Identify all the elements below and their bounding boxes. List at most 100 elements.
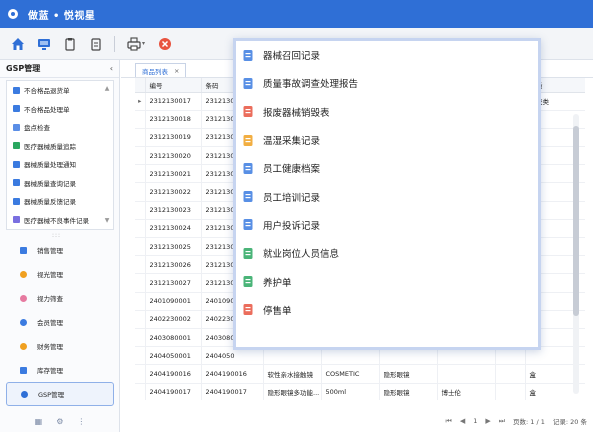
- chevron-down-icon[interactable]: ▾: [142, 40, 145, 47]
- module-vision-screening[interactable]: 视力筛查: [6, 286, 114, 310]
- column-header[interactable]: 编号: [145, 78, 202, 93]
- scroll-up-icon[interactable]: ▲: [103, 85, 111, 93]
- settings-icon[interactable]: ⚙: [56, 417, 63, 426]
- table-cell: 2312130019: [145, 128, 202, 148]
- more-icon[interactable]: ⋮: [77, 417, 85, 426]
- table-cell: 2404190017: [201, 383, 264, 400]
- track-icon: [13, 142, 20, 150]
- table-cell: 2404190017: [145, 383, 202, 400]
- table-cell: COSMETIC: [321, 364, 380, 384]
- module-sales[interactable]: 销售管理: [6, 238, 114, 262]
- report-icon: [242, 77, 255, 90]
- sidebar-item[interactable]: 盘点检查: [7, 118, 113, 137]
- app-logo-icon: [8, 9, 18, 19]
- table-cell: 软性亲水接触镜: [263, 364, 322, 384]
- scroll-down-icon[interactable]: ▼: [103, 217, 111, 225]
- app-title: 做蓝 • 悦视星: [28, 10, 96, 22]
- table-cell: [437, 364, 496, 384]
- document-icon[interactable]: [86, 34, 106, 54]
- sidebar-item[interactable]: 医疗器械不良事件记录: [7, 211, 113, 230]
- table-cell: 2312130021: [145, 164, 202, 184]
- recall-icon: [242, 49, 255, 62]
- table-cell: 2312130026: [145, 255, 202, 275]
- module-inventory[interactable]: 库存管理: [6, 358, 114, 382]
- training-icon: [242, 190, 255, 203]
- sidebar-item[interactable]: 不合格品处理单: [7, 100, 113, 119]
- popup-item[interactable]: 器械召回记录: [236, 41, 538, 69]
- popup-item[interactable]: 用户投诉记录: [236, 211, 538, 239]
- popup-item[interactable]: 质量事故调查处理报告: [236, 69, 538, 97]
- popup-item[interactable]: 停售单: [236, 296, 538, 324]
- table-cell: 2403080001: [145, 328, 202, 348]
- pagination-bar: ⏮ ◀ 1 ▶ ⏭ 页数: 1 / 1 记录: 20 条: [446, 414, 588, 428]
- module-gsp[interactable]: GSP管理: [6, 382, 114, 406]
- table-cell: 500ml: [321, 383, 380, 400]
- sidebar-header: GSP管理 ‹: [0, 60, 119, 78]
- module-finance[interactable]: 财务管理: [6, 334, 114, 358]
- table-cell: 博士伦: [437, 383, 496, 400]
- table-cell: 2402230002: [145, 310, 202, 329]
- sidebar-bottom-bar: ▦ ⚙ ⋮: [0, 417, 120, 426]
- last-page-button[interactable]: ⏭: [499, 417, 505, 426]
- first-page-button[interactable]: ⏮: [446, 417, 452, 426]
- next-page-button[interactable]: ▶: [485, 417, 490, 425]
- monitor-icon[interactable]: [34, 34, 54, 54]
- toolbar-separator: [114, 35, 115, 52]
- module-optometry[interactable]: 视光管理: [6, 262, 114, 286]
- finance-icon: [20, 342, 27, 350]
- sidebar-item[interactable]: 医疗器械质量追踪: [7, 137, 113, 156]
- current-row-indicator-icon: ▸: [135, 92, 146, 111]
- popup-item[interactable]: 员工健康档案: [236, 154, 538, 182]
- prev-page-button[interactable]: ◀: [460, 417, 465, 425]
- table-cell: 2312130022: [145, 182, 202, 202]
- sidebar-item[interactable]: 器械质量反馈记录: [7, 192, 113, 211]
- popup-item[interactable]: 养护单: [236, 267, 538, 295]
- chevron-left-icon[interactable]: ‹: [110, 64, 113, 73]
- gsp-popup-menu: 器械召回记录 质量事故调查处理报告 报废器械销毁表 温湿采集记录 员工健康档案 员工培训记…: [233, 38, 541, 350]
- chart-icon: [20, 246, 27, 254]
- module-members[interactable]: 会员管理: [6, 310, 114, 334]
- table-cell: 隐形眼镜: [379, 383, 438, 400]
- table-cell: 2312130020: [145, 146, 202, 166]
- event-icon: [13, 216, 20, 224]
- inventory-icon: [20, 366, 27, 374]
- sidebar-list-scrollbar[interactable]: ▲ ▼: [103, 85, 111, 225]
- sidebar-function-list: 不合格品退货单 不合格品处理单 盘点检查 医疗器械质量追踪 器械质量处理通知 器…: [6, 80, 114, 230]
- scrollbar-thumb[interactable]: [573, 126, 579, 316]
- close-circle-icon[interactable]: [155, 34, 175, 54]
- popup-item[interactable]: 员工培训记录: [236, 182, 538, 210]
- module-list: 销售管理 视光管理 视力筛查 会员管理 财务管理 库存管理 GSP管理: [6, 238, 114, 406]
- close-icon[interactable]: ×: [174, 67, 179, 75]
- printer-icon[interactable]: ▾: [123, 34, 149, 54]
- check-icon: [13, 123, 20, 131]
- sidebar-item[interactable]: 器械质量处理通知: [7, 155, 113, 174]
- popup-item[interactable]: 温湿采集记录: [236, 126, 538, 154]
- table-cell: 2312130025: [145, 237, 202, 257]
- destroy-icon: [242, 105, 255, 118]
- feedback-icon: [13, 197, 20, 205]
- tab-product-list[interactable]: 商品列表 ×: [135, 63, 187, 77]
- current-page[interactable]: 1: [473, 417, 477, 425]
- table-cell: [495, 383, 526, 400]
- notice-icon: [13, 160, 20, 168]
- maintenance-icon: [242, 275, 255, 288]
- calendar-icon[interactable]: ▦: [35, 417, 43, 426]
- table-scrollbar[interactable]: [573, 114, 579, 394]
- table-cell: 2404050001: [145, 346, 202, 366]
- table-row[interactable]: 2404190016 2404190016 软性亲水接触镜 COSMETIC 隐形眼镜盒: [135, 364, 585, 384]
- sidebar-item[interactable]: 不合格品退货单: [7, 81, 113, 100]
- sidebar-item[interactable]: 器械质量查询记录: [7, 174, 113, 193]
- table-cell: 2401090001: [145, 292, 202, 311]
- stop-sale-icon: [242, 303, 255, 316]
- popup-item[interactable]: 就业岗位人员信息: [236, 239, 538, 267]
- table-cell: 2312130018: [145, 110, 202, 129]
- document-icon: [13, 86, 20, 94]
- table-row[interactable]: 2404190017 2404190017 隐形眼镜多功能... 500ml 隐形眼镜博…: [135, 383, 585, 400]
- search-record-icon: [13, 179, 20, 187]
- staff-icon: [242, 247, 255, 260]
- clipboard-icon[interactable]: [60, 34, 80, 54]
- table-cell: [495, 364, 526, 384]
- home-icon[interactable]: [8, 34, 28, 54]
- popup-item[interactable]: 报废器械销毁表: [236, 98, 538, 126]
- table-cell: 隐形眼镜多功能...: [263, 383, 322, 400]
